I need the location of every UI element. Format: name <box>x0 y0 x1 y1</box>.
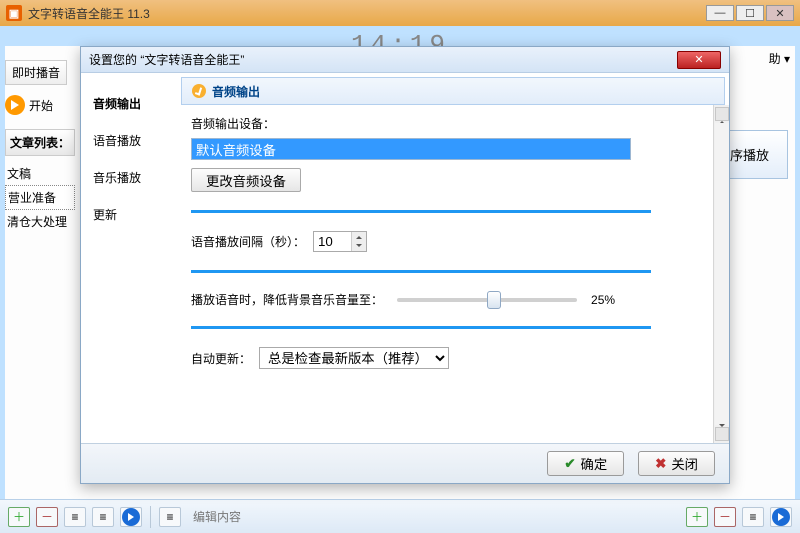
settings-dialog: 设置您的 “文字转语音全能王” ✕ 音频输出 语音播放 音乐播放 更新 音频输出… <box>80 46 730 484</box>
play-button[interactable] <box>120 507 142 527</box>
interval-label: 语音播放间隔（秒）： <box>191 233 305 250</box>
bgm-percent: 25% <box>591 293 615 307</box>
dialog-main: 音频输出 音频输出设备： 更改音频设备 语音播放间隔（秒）： <box>181 73 729 443</box>
app-icon: ▣ <box>6 5 22 21</box>
bgm-label: 播放语音时，降低背景音乐音量至： <box>191 291 383 308</box>
add-green-icon[interactable]: ＋ <box>8 507 30 527</box>
minimize-button[interactable]: — <box>706 5 734 21</box>
scroll-track[interactable] <box>715 123 729 425</box>
sidebar-item-music-play[interactable]: 音乐播放 <box>91 159 171 196</box>
list-item[interactable]: 文稿 <box>5 162 75 185</box>
remove-red-icon[interactable]: － <box>36 507 58 527</box>
divider <box>191 326 651 329</box>
dialog-titlebar: 设置您的 “文字转语音全能王” ✕ <box>81 47 729 73</box>
maximize-button[interactable]: ☐ <box>736 5 764 21</box>
sidebar-item-audio-output[interactable]: 音频输出 <box>91 85 171 122</box>
list-icon-r[interactable]: ≡ <box>742 507 764 527</box>
sidebar-item-voice-play[interactable]: 语音播放 <box>91 122 171 159</box>
play-icon <box>5 95 25 115</box>
dialog-footer: ✔确定 ✖关闭 <box>81 443 729 483</box>
help-menu[interactable]: 助 ▾ <box>769 50 790 67</box>
start-button[interactable]: 开始 <box>5 95 75 115</box>
list-icon[interactable]: ≡ <box>64 507 86 527</box>
article-list-header: 文章列表： <box>5 129 75 156</box>
autoupdate-select[interactable]: 总是检查最新版本（推荐） <box>259 347 449 369</box>
edit-hint: 编辑内容 <box>193 508 241 525</box>
bgm-slider[interactable] <box>397 298 577 302</box>
close-button[interactable]: ✖关闭 <box>638 451 715 476</box>
speaker-icon <box>192 84 206 98</box>
scroll-down[interactable] <box>715 427 729 441</box>
list2-icon[interactable]: ≡ <box>92 507 114 527</box>
scroll-up[interactable] <box>715 107 729 121</box>
change-device-button[interactable]: 更改音频设备 <box>191 168 301 192</box>
section-header: 音频输出 <box>181 77 725 105</box>
list-item[interactable]: 清仓大处理 <box>5 210 75 233</box>
app-title: 文字转语音全能王 11.3 <box>28 5 150 22</box>
add-green-icon-r[interactable]: ＋ <box>686 507 708 527</box>
interval-spinner[interactable] <box>313 231 367 252</box>
spinner-up[interactable] <box>352 232 366 242</box>
close-icon: ✖ <box>655 456 666 472</box>
window-close-button[interactable]: ✕ <box>766 5 794 21</box>
autoupdate-label: 自动更新： <box>191 350 251 367</box>
dialog-sidebar: 音频输出 语音播放 音乐播放 更新 <box>81 73 181 443</box>
separator <box>150 506 151 528</box>
left-column: 即时播音 开始 文章列表： 文稿 营业准备 清仓大处理 <box>5 60 75 233</box>
device-input[interactable] <box>191 138 631 160</box>
bottom-toolbar: ＋ － ≡ ≡ ≡ 编辑内容 ＋ － ≡ <box>0 499 800 533</box>
list-item[interactable]: 营业准备 <box>5 185 75 210</box>
device-label: 音频输出设备： <box>191 115 693 132</box>
divider <box>191 210 651 213</box>
dialog-title: 设置您的 “文字转语音全能王” <box>89 51 244 68</box>
play-button-r[interactable] <box>770 507 792 527</box>
spinner-down[interactable] <box>352 242 366 252</box>
tab-instant-play[interactable]: 即时播音 <box>5 60 67 85</box>
sidebar-item-update[interactable]: 更新 <box>91 196 171 233</box>
slider-thumb[interactable] <box>487 291 501 309</box>
edit-icon[interactable]: ≡ <box>159 507 181 527</box>
section-title: 音频输出 <box>212 83 260 100</box>
divider <box>191 270 651 273</box>
ok-button[interactable]: ✔确定 <box>547 451 624 476</box>
titlebar: ▣ 文字转语音全能王 11.3 — ☐ ✕ <box>0 0 800 26</box>
start-label: 开始 <box>29 97 53 114</box>
dialog-close-x[interactable]: ✕ <box>677 51 721 69</box>
check-icon: ✔ <box>564 456 575 472</box>
scrollbar[interactable] <box>713 105 729 443</box>
remove-red-icon-r[interactable]: － <box>714 507 736 527</box>
dialog-scroll: 音频输出设备： 更改音频设备 语音播放间隔（秒）： <box>181 105 709 443</box>
